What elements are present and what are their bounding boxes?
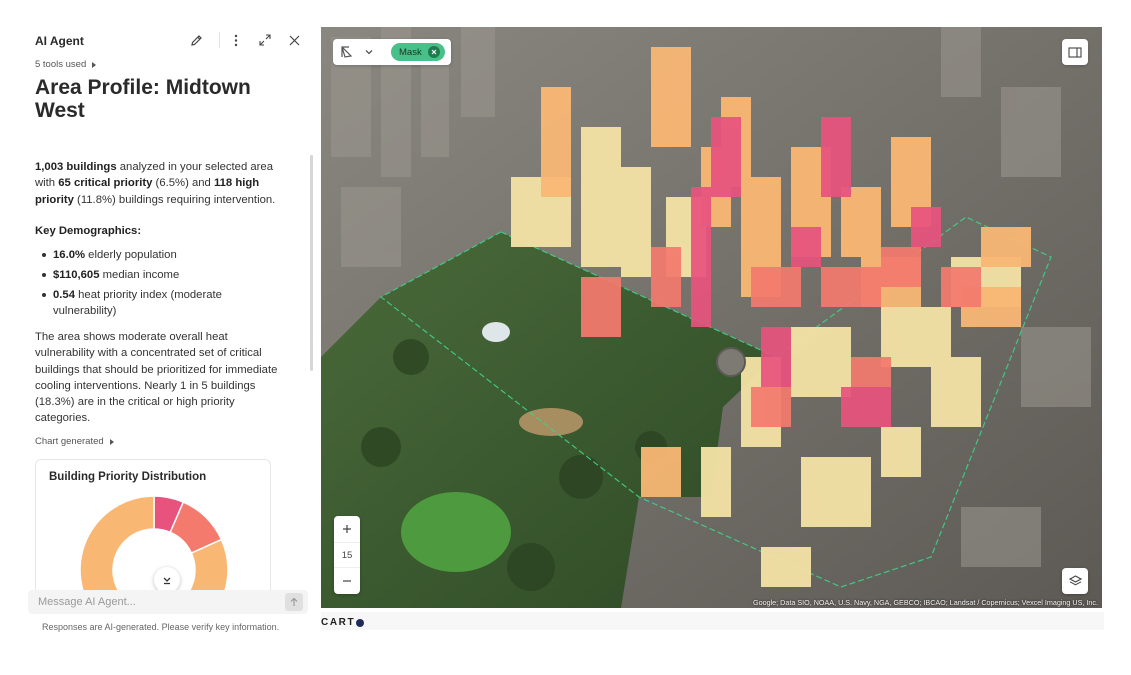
critical-count: 65 critical priority bbox=[58, 177, 153, 190]
layers-icon[interactable] bbox=[1062, 568, 1088, 594]
zoom-level: 15 bbox=[334, 542, 360, 568]
plus-icon bbox=[343, 525, 351, 533]
demographic-value: 0.54 bbox=[53, 288, 75, 301]
expand-icon[interactable] bbox=[256, 31, 274, 49]
carto-logo-dot bbox=[356, 618, 365, 627]
message-box bbox=[28, 590, 308, 614]
list-item: 16.0% elderly population bbox=[41, 247, 271, 263]
satellite-3d-scene[interactable] bbox=[321, 27, 1102, 608]
sidebar-panel-icon[interactable] bbox=[1062, 39, 1088, 65]
chart-generated-label: Chart generated bbox=[35, 436, 104, 447]
zoom-control: 15 bbox=[334, 516, 360, 594]
chart-generated-toggle[interactable]: Chart generated bbox=[35, 436, 114, 447]
demographic-value: $110,605 bbox=[53, 268, 100, 281]
map-toolbar: Mask bbox=[333, 39, 451, 65]
carto-logo-text: CART bbox=[321, 617, 356, 628]
map-attribution: Google; Data SIO, NOAA, U.S. Navy, NGA, … bbox=[752, 598, 1098, 607]
summary-paragraph: 1,003 buildings analyzed in your selecte… bbox=[35, 159, 281, 208]
demographic-text: heat priority index (moderate vulnerabil… bbox=[53, 288, 222, 317]
buildings-count: 1,003 buildings bbox=[35, 161, 117, 173]
map-view[interactable]: Mask 15 Google; Data SIO, NOAA, U.S. Nav… bbox=[321, 27, 1102, 608]
caret-right-icon bbox=[109, 438, 114, 445]
ai-disclaimer: Responses are AI-generated. Please verif… bbox=[42, 622, 280, 632]
zoom-in-button[interactable] bbox=[334, 516, 360, 542]
conversation-scroll[interactable]: 5 tools used Area Profile: Midtown West … bbox=[27, 55, 313, 608]
minus-icon bbox=[343, 580, 351, 582]
tools-used-toggle[interactable]: 5 tools used bbox=[35, 59, 97, 70]
mask-filter-chip[interactable]: Mask bbox=[391, 43, 445, 61]
arrow-up-icon bbox=[290, 597, 298, 606]
chevron-down-icon bbox=[163, 577, 171, 585]
zoom-out-button[interactable] bbox=[334, 568, 360, 594]
pencil-icon[interactable] bbox=[187, 31, 205, 49]
demographics-heading: Key Demographics: bbox=[35, 225, 142, 237]
summary-text-2: (6.5%) and bbox=[152, 177, 214, 190]
header-divider bbox=[219, 32, 220, 48]
panel-scrollbar[interactable] bbox=[310, 155, 313, 371]
remove-mask-icon[interactable] bbox=[428, 46, 440, 58]
chart-card: Building Priority Distribution bbox=[35, 459, 271, 608]
carto-footer bbox=[321, 612, 1104, 630]
list-item: $110,605 median income bbox=[41, 267, 271, 283]
summary-text-3: (11.8%) buildings requiring intervention… bbox=[73, 193, 276, 206]
carto-logo: CART bbox=[321, 617, 365, 628]
demographics-list: 16.0% elderly population $110,605 median… bbox=[41, 247, 271, 323]
message-input[interactable] bbox=[28, 590, 278, 614]
caret-right-icon bbox=[92, 61, 97, 68]
send-button[interactable] bbox=[285, 593, 303, 611]
demographic-value: 16.0% bbox=[53, 249, 86, 261]
tools-used-label: 5 tools used bbox=[35, 59, 87, 70]
polygon-draw-icon[interactable] bbox=[339, 44, 355, 60]
ai-agent-panel: AI Agent 5 tools used Area Profile: Midt… bbox=[27, 25, 313, 635]
list-item: 0.54 heat priority index (moderate vulne… bbox=[41, 287, 271, 320]
close-icon[interactable] bbox=[285, 31, 303, 49]
area-profile-title: Area Profile: Midtown West bbox=[35, 76, 251, 122]
mask-label: Mask bbox=[399, 46, 422, 58]
demographic-text: elderly population bbox=[85, 249, 177, 261]
panel-title: AI Agent bbox=[35, 34, 84, 48]
analysis-paragraph: The area shows moderate overall heat vul… bbox=[35, 331, 278, 425]
demographic-text: median income bbox=[99, 268, 180, 281]
panel-header: AI Agent bbox=[27, 25, 313, 55]
chevron-down-icon[interactable] bbox=[363, 46, 375, 58]
kebab-icon[interactable] bbox=[227, 31, 245, 49]
